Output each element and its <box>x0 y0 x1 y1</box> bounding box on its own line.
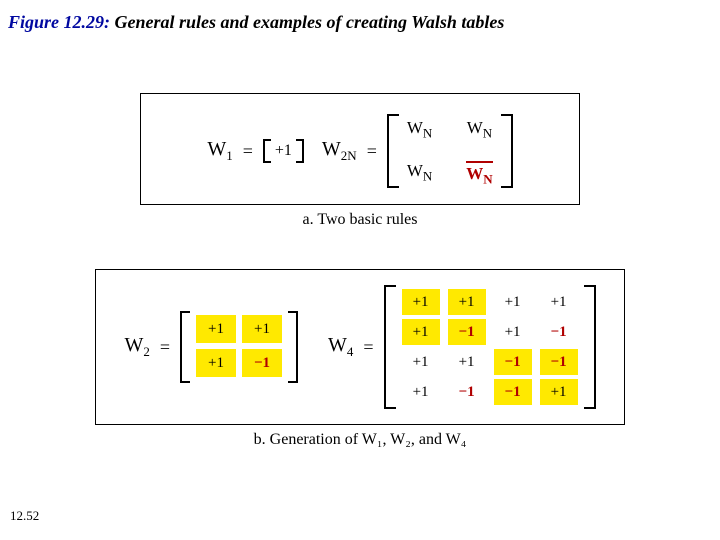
panel-b: W2 = +1 +1 +1 −1 W4 = <box>95 269 625 425</box>
table-cell: +1 <box>448 289 486 315</box>
table-cell: +1 <box>402 379 440 405</box>
table-cell: +1 <box>196 315 236 343</box>
table-cell: −1 <box>494 349 532 375</box>
w4-cells: +1 +1 +1 +1 +1 −1 +1 −1 +1 +1 −1 −1 +1 <box>396 285 584 409</box>
equals-sign: = <box>363 141 381 162</box>
table-cell: −1 <box>448 319 486 345</box>
panel-a-caption: a. Two basic rules <box>140 211 580 229</box>
figure-caption: General rules and examples of creating W… <box>115 12 505 32</box>
equals-sign: = <box>359 337 377 358</box>
w1-var: W1 <box>207 138 232 164</box>
table-cell: +1 <box>540 379 578 405</box>
w2-var: W2 <box>124 334 149 360</box>
block-cell-complement: WN <box>466 161 492 187</box>
w2n-equation: W2N = WN WN WN WN <box>322 114 513 188</box>
w1-matrix: +1 <box>263 139 304 163</box>
w2-matrix: +1 +1 +1 −1 <box>180 311 298 383</box>
panel-a: W1 = +1 W2N = WN WN WN WN <box>140 93 580 205</box>
block-cell: WN <box>407 118 432 141</box>
table-cell: −1 <box>242 349 282 377</box>
panel-a-container: W1 = +1 W2N = WN WN WN WN <box>140 93 580 229</box>
table-cell: +1 <box>402 319 440 345</box>
table-cell: −1 <box>494 379 532 405</box>
panel-b-caption: b. Generation of W₁, W₂, and W₄ <box>95 431 625 449</box>
table-cell: −1 <box>540 319 578 345</box>
table-cell: +1 <box>540 289 578 315</box>
figure-title: Figure 12.29: General rules and examples… <box>0 0 720 33</box>
block-cell: WN <box>407 161 432 187</box>
w4-var: W4 <box>328 334 353 360</box>
table-cell: +1 <box>448 349 486 375</box>
table-cell: +1 <box>494 289 532 315</box>
table-cell: −1 <box>448 379 486 405</box>
w1-cell: +1 <box>271 139 296 163</box>
w2-cells: +1 +1 +1 −1 <box>190 311 288 383</box>
table-cell: +1 <box>402 289 440 315</box>
equals-sign: = <box>239 141 257 162</box>
slide-number: 12.52 <box>10 508 39 524</box>
equals-sign: = <box>156 337 174 358</box>
table-cell: +1 <box>494 319 532 345</box>
w4-equation: W4 = +1 +1 +1 +1 +1 −1 +1 −1 +1 <box>328 285 596 409</box>
table-cell: +1 <box>402 349 440 375</box>
w4-matrix: +1 +1 +1 +1 +1 −1 +1 −1 +1 +1 −1 −1 +1 <box>384 285 596 409</box>
table-cell: −1 <box>540 349 578 375</box>
table-cell: +1 <box>196 349 236 377</box>
w1-equation: W1 = +1 <box>207 138 304 164</box>
figure-number: Figure 12.29: <box>8 12 115 32</box>
w2n-block-matrix: WN WN WN WN <box>387 114 513 188</box>
w2n-var: W2N <box>322 138 357 164</box>
table-cell: +1 <box>242 315 282 343</box>
panel-b-container: W2 = +1 +1 +1 −1 W4 = <box>95 269 625 449</box>
block-cell: WN <box>466 118 492 141</box>
w2-equation: W2 = +1 +1 +1 −1 <box>124 311 298 383</box>
